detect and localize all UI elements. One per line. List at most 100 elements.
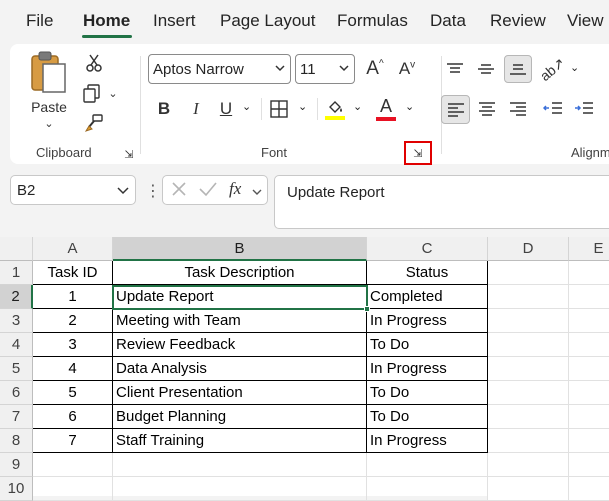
cell-task-description[interactable]: Data Analysis (113, 357, 367, 381)
italic-button[interactable]: I (184, 97, 208, 121)
empty-cell[interactable] (113, 477, 367, 501)
select-all-corner[interactable] (0, 237, 33, 261)
copy-chevron-icon[interactable]: ⌄ (108, 87, 117, 100)
cancel-icon[interactable] (170, 180, 188, 203)
cut-button[interactable] (82, 52, 106, 74)
font-size-combo[interactable]: 11 (295, 54, 355, 84)
paste-button[interactable]: Paste ⌄ (24, 50, 74, 130)
cell-task-description[interactable]: Update Report (113, 285, 367, 309)
row-header-2[interactable]: 2 (0, 285, 33, 309)
orientation-chevron-icon[interactable]: ⌄ (570, 61, 579, 74)
chevron-down-icon[interactable] (252, 184, 262, 202)
header-cell-task-id[interactable]: Task ID (33, 261, 113, 285)
underline-chevron-icon[interactable]: ⌄ (242, 100, 251, 113)
fill-chevron-icon[interactable]: ⌄ (353, 100, 362, 113)
insert-function-icon[interactable]: fx (229, 179, 241, 199)
bold-button[interactable]: B (152, 97, 176, 121)
cell-status[interactable]: To Do (367, 381, 488, 405)
tab-data[interactable]: Data (430, 11, 466, 31)
cell-task-id[interactable]: 5 (33, 381, 113, 405)
cell-status[interactable]: To Do (367, 405, 488, 429)
font-launcher-icon[interactable]: ⇲ (411, 146, 425, 160)
cell-task-id[interactable]: 3 (33, 333, 113, 357)
font-color-button[interactable]: A (374, 94, 398, 122)
font-name-combo[interactable]: Aptos Narrow (148, 54, 291, 84)
tab-page-layout[interactable]: Page Layout (220, 11, 315, 31)
orientation-button[interactable]: ab↗ (537, 54, 568, 84)
chevron-down-icon[interactable] (339, 61, 349, 78)
borders-chevron-icon[interactable]: ⌄ (298, 100, 307, 113)
formula-input[interactable]: Update Report (274, 175, 609, 229)
tab-home[interactable]: Home (83, 11, 130, 31)
underline-button[interactable]: U (214, 97, 238, 121)
cell-task-description[interactable]: Meeting with Team (113, 309, 367, 333)
empty-cells[interactable] (488, 261, 569, 501)
row-header-1[interactable]: 1 (0, 261, 33, 285)
cell-task-id[interactable]: 1 (33, 285, 113, 309)
tab-review[interactable]: Review (490, 11, 546, 31)
borders-button[interactable] (267, 97, 291, 121)
cell-task-id[interactable]: 4 (33, 357, 113, 381)
column-header-a[interactable]: A (33, 237, 113, 261)
name-box[interactable]: B2 (10, 175, 136, 205)
enter-icon[interactable] (198, 180, 218, 203)
align-left-button[interactable] (441, 95, 470, 124)
fill-color-button[interactable] (323, 96, 347, 122)
cell-task-id[interactable]: 6 (33, 405, 113, 429)
cell-status[interactable]: In Progress (367, 429, 488, 453)
column-header-b[interactable]: B (113, 237, 367, 261)
empty-cell[interactable] (113, 453, 367, 477)
row-header-5[interactable]: 5 (0, 357, 33, 381)
font-color-chevron-icon[interactable]: ⌄ (405, 100, 414, 113)
cell-task-description[interactable]: Client Presentation (113, 381, 367, 405)
increase-font-size-button[interactable]: A^ (362, 56, 388, 82)
empty-cells[interactable] (569, 261, 609, 501)
bottom-align-button[interactable] (504, 55, 532, 83)
worksheet-grid[interactable]: A B C D E 1 2 3 4 5 6 7 8 9 10 Task ID T… (0, 237, 609, 501)
cell-status[interactable]: In Progress (367, 309, 488, 333)
row-header-7[interactable]: 7 (0, 405, 33, 429)
align-center-button[interactable] (474, 96, 500, 122)
column-header-e[interactable]: E (569, 237, 609, 261)
tab-view[interactable]: View (567, 11, 604, 31)
tab-formulas[interactable]: Formulas (337, 11, 408, 31)
tab-file[interactable]: File (26, 11, 53, 31)
row-header-4[interactable]: 4 (0, 333, 33, 357)
increase-indent-button[interactable] (571, 96, 597, 122)
fill-handle[interactable] (364, 306, 370, 312)
tab-insert[interactable]: Insert (153, 11, 196, 31)
row-header-3[interactable]: 3 (0, 309, 33, 333)
column-header-d[interactable]: D (488, 237, 569, 261)
column-header-c[interactable]: C (367, 237, 488, 261)
chevron-down-icon[interactable] (275, 61, 285, 78)
chevron-down-icon[interactable] (117, 183, 129, 200)
empty-cell[interactable] (367, 477, 488, 501)
align-right-button[interactable] (505, 96, 531, 122)
more-options-icon[interactable]: ⋮ (145, 181, 161, 201)
cell-status[interactable]: In Progress (367, 357, 488, 381)
copy-button[interactable]: ⌄ (80, 82, 120, 104)
empty-cell[interactable] (367, 453, 488, 477)
clipboard-launcher-icon[interactable]: ⇲ (122, 147, 136, 161)
cell-task-id[interactable]: 2 (33, 309, 113, 333)
cell-task-description[interactable]: Staff Training (113, 429, 367, 453)
cell-status[interactable]: Completed (367, 285, 488, 309)
decrease-font-size-button[interactable]: Av (394, 56, 420, 82)
row-header-8[interactable]: 8 (0, 429, 33, 453)
cell-task-id[interactable]: 7 (33, 429, 113, 453)
empty-cell[interactable] (33, 453, 113, 477)
decrease-indent-button[interactable] (540, 96, 566, 122)
chevron-down-icon[interactable]: ⌄ (44, 117, 53, 130)
empty-cell[interactable] (33, 477, 113, 501)
middle-align-button[interactable] (473, 56, 499, 82)
cell-task-description[interactable]: Review Feedback (113, 333, 367, 357)
header-cell-status[interactable]: Status (367, 261, 488, 285)
row-header-9[interactable]: 9 (0, 453, 33, 477)
cell-status[interactable]: To Do (367, 333, 488, 357)
top-align-button[interactable] (442, 56, 468, 82)
cell-task-description[interactable]: Budget Planning (113, 405, 367, 429)
header-cell-task-description[interactable]: Task Description (113, 261, 367, 285)
row-header-10[interactable]: 10 (0, 477, 33, 501)
row-header-6[interactable]: 6 (0, 381, 33, 405)
format-painter-button[interactable] (82, 112, 106, 134)
